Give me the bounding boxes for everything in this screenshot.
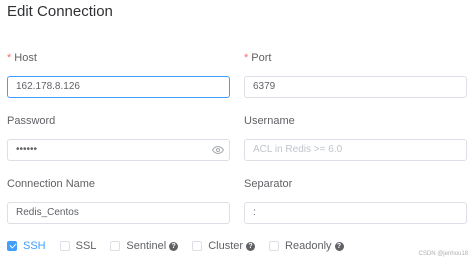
password-label: Password — [7, 115, 56, 127]
required-mark: * — [7, 52, 12, 64]
ssl-label: SSL — [75, 240, 97, 252]
separator-input[interactable]: : — [244, 202, 467, 224]
separator-label: Separator — [244, 178, 293, 190]
sentinel-help-icon[interactable]: ? — [169, 241, 179, 251]
cluster-check-box[interactable] — [192, 241, 203, 251]
sentinel-label: Sentinel — [126, 240, 167, 252]
readonly-label: Readonly — [285, 240, 332, 252]
host-label-text: Host — [14, 52, 37, 64]
password-input[interactable]: •••••• — [7, 139, 230, 161]
readonly-checkbox[interactable]: Readonly ? — [269, 240, 344, 252]
readonly-help-icon[interactable]: ? — [334, 241, 344, 251]
connection-name-input[interactable]: Redis_Centos — [7, 202, 230, 224]
ssh-check-box[interactable] — [7, 241, 17, 251]
cluster-help-icon[interactable]: ? — [246, 241, 256, 251]
port-value: 6379 — [253, 81, 276, 92]
port-input[interactable]: 6379 — [244, 76, 467, 98]
ssh-checkbox[interactable]: SSH — [7, 240, 46, 252]
separator-value: : — [253, 207, 256, 218]
cluster-checkbox[interactable]: Cluster ? — [192, 240, 256, 252]
password-value: •••••• — [16, 144, 38, 155]
connection-name-value: Redis_Centos — [16, 207, 79, 218]
eye-icon[interactable] — [212, 144, 224, 156]
cluster-label: Cluster — [208, 240, 244, 252]
sentinel-checkbox[interactable]: Sentinel ? — [110, 240, 179, 252]
dialog-title: Edit Connection — [7, 3, 113, 20]
host-value: 162.178.8.126 — [16, 81, 80, 92]
host-label: * Host — [7, 52, 37, 64]
ssh-label: SSH — [23, 240, 46, 252]
port-label-text: Port — [251, 52, 272, 64]
options-row: SSH SSL Sentinel ? Cluster ? Readonly ? — [7, 238, 358, 254]
port-label: * Port — [244, 52, 271, 64]
username-label: Username — [244, 115, 295, 127]
username-placeholder: ACL in Redis >= 6.0 — [253, 144, 343, 155]
ssl-checkbox[interactable]: SSL — [59, 240, 97, 252]
readonly-check-box[interactable] — [269, 241, 280, 251]
ssl-check-box[interactable] — [59, 241, 70, 251]
required-mark: * — [244, 52, 249, 64]
sentinel-check-box[interactable] — [110, 241, 121, 251]
watermark: CSDN @jenhou18 — [418, 251, 468, 257]
username-input[interactable]: ACL in Redis >= 6.0 — [244, 139, 467, 161]
connection-name-label: Connection Name — [7, 178, 96, 190]
host-input[interactable]: 162.178.8.126 — [7, 76, 230, 98]
